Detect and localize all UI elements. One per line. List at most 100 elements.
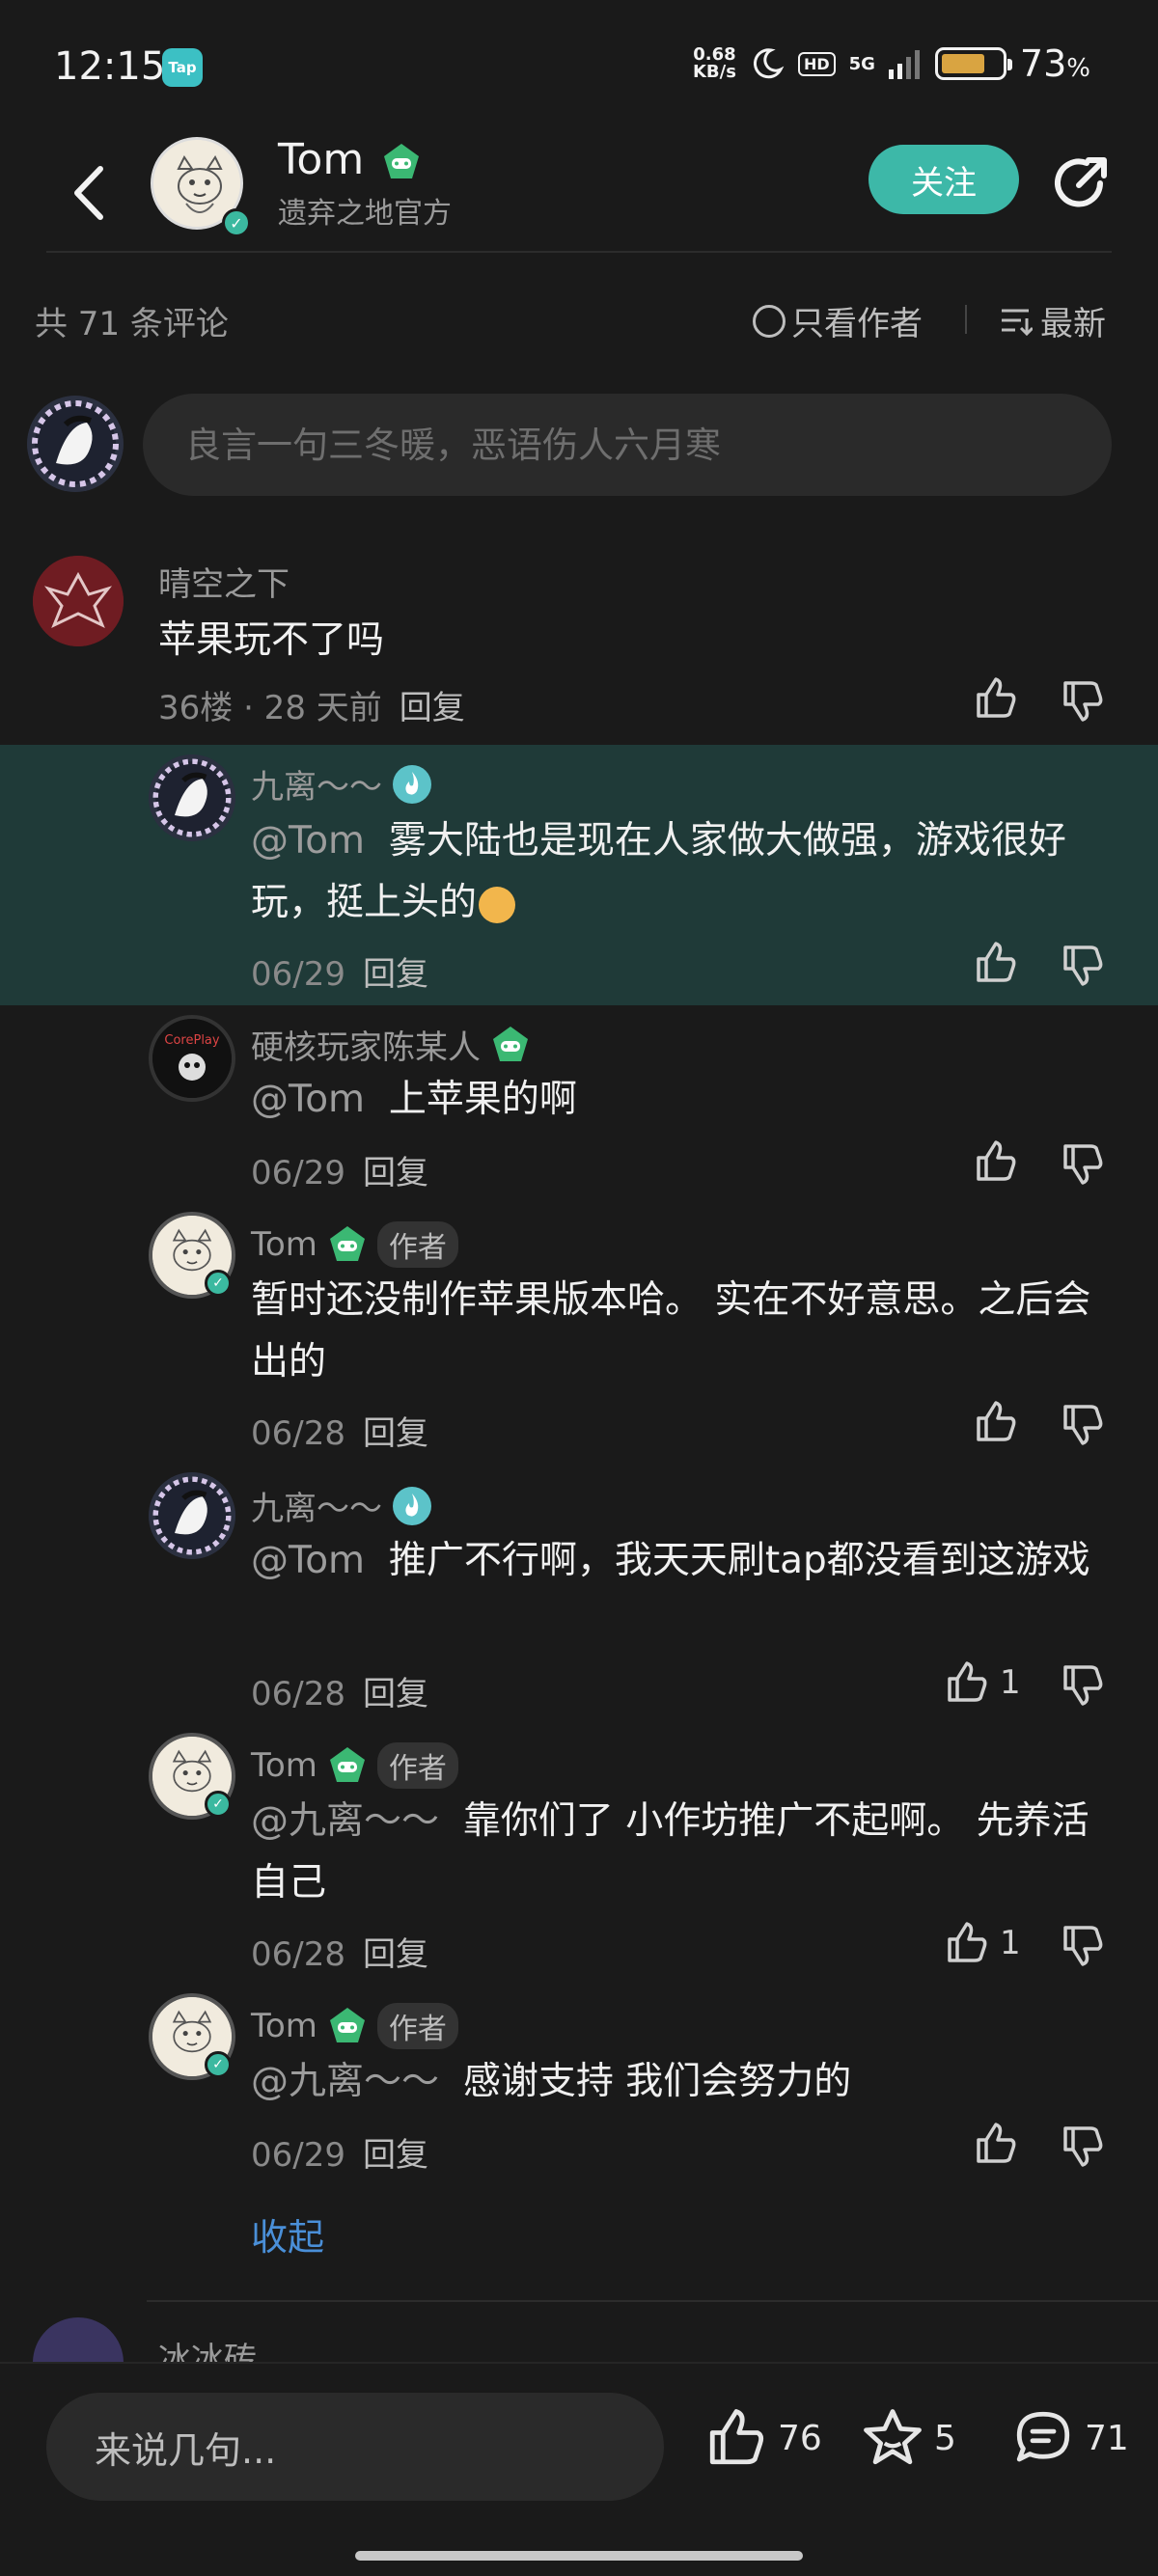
skull-avatar-icon: CorePlay <box>152 1019 232 1098</box>
bottom-action-bar: 来说几句... 76 5 71 <box>0 2362 1158 2576</box>
reply-user-name: Tom <box>251 1746 317 1785</box>
like-button[interactable] <box>973 2121 1019 2167</box>
author-badge: 作者 <box>376 1221 458 1268</box>
bottom-comment-input[interactable]: 来说几句... <box>46 2393 664 2501</box>
reply-button[interactable]: 回复 <box>363 1414 428 1453</box>
share-button[interactable] <box>1050 152 1112 214</box>
reply-meta: 06/29 回复 <box>251 1146 428 1193</box>
radio-circle-icon <box>753 304 786 338</box>
like-button[interactable]: 1 <box>944 1659 1021 1706</box>
thumbs-down-icon <box>1063 1926 1103 1966</box>
share-icon <box>1055 157 1107 207</box>
mention[interactable]: @九离～～ <box>251 2060 439 2103</box>
reply-item: 九离～～ @Tom 推广不行啊，我天天刷tap都没看到这游戏 06/28 回复 1 <box>0 1468 1158 1729</box>
post-like-button[interactable]: 76 <box>704 2406 822 2470</box>
like-button[interactable] <box>973 675 1019 722</box>
svg-text:CorePlay: CorePlay <box>164 1033 220 1048</box>
comment-count: 共 71 条评论 <box>35 305 229 343</box>
follow-button[interactable]: 关注 <box>868 145 1019 214</box>
reply-user[interactable]: 九离～～ <box>251 1482 432 1529</box>
dislike-button[interactable] <box>1060 1401 1106 1451</box>
status-time: 12:15 <box>54 44 166 89</box>
reply-button[interactable]: 回复 <box>400 689 465 727</box>
star-icon <box>864 2409 922 2465</box>
thumbs-down-icon <box>1063 2126 1103 2167</box>
mention[interactable]: @九离～～ <box>251 1799 439 1843</box>
reply-user[interactable]: Tom 作者 <box>251 1742 458 1789</box>
battery-icon <box>934 47 1012 80</box>
reply-user-name: Tom <box>251 1225 317 1264</box>
only-author-toggle[interactable]: 只看作者 <box>753 297 923 344</box>
comments-button[interactable]: 71 <box>1011 2406 1129 2470</box>
comments-count: 71 <box>1085 2418 1129 2458</box>
mention[interactable]: @Tom <box>251 819 365 863</box>
flame-badge-icon <box>393 764 431 804</box>
like-button[interactable] <box>973 1138 1019 1185</box>
thumbs-down-icon <box>1063 1144 1103 1185</box>
flame-badge-icon <box>393 1486 431 1525</box>
user-avatar[interactable] <box>149 1472 235 1559</box>
dislike-button[interactable] <box>1060 2123 1106 2173</box>
next-comment-partial: 冰冰砖 <box>0 2308 1158 2362</box>
reply-button[interactable]: 回复 <box>363 955 428 994</box>
thumbs-down-icon <box>1063 1665 1103 1706</box>
user-avatar[interactable] <box>33 2317 124 2362</box>
favorite-count: 5 <box>934 2418 956 2458</box>
status-bar: 12:15 Tap 0.68 KB/s HD 5G 73% <box>0 0 1158 135</box>
main-comment: 晴空之下 苹果玩不了吗 36楼 · 28 天前 回复 <box>0 540 1158 745</box>
game-controller-badge-icon <box>329 1747 365 1782</box>
reply-user[interactable]: 硬核玩家陈某人 <box>251 1021 531 1068</box>
like-button[interactable] <box>973 1399 1019 1445</box>
author-name[interactable]: Tom <box>278 135 422 184</box>
comment-text: 苹果玩不了吗 <box>158 618 385 662</box>
reply-button[interactable]: 回复 <box>363 1154 428 1192</box>
reply-body: 感谢支持 我们会努力的 <box>462 2060 852 2103</box>
sort-icon <box>1002 309 1033 336</box>
sort-label: 最新 <box>1040 305 1106 343</box>
like-count: 1 <box>1000 1663 1021 1702</box>
thumbs-up-icon <box>948 1922 987 1962</box>
like-button[interactable]: 1 <box>944 1920 1021 1966</box>
dislike-button[interactable] <box>1060 942 1106 992</box>
comment-input[interactable] <box>143 394 1112 496</box>
reply-date: 06/29 <box>251 2136 345 2175</box>
post-like-count: 76 <box>778 2418 822 2458</box>
reply-item: CorePlay 硬核玩家陈某人 @Tom 上苹果的啊 06/29 回复 <box>0 1005 1158 1208</box>
back-button[interactable] <box>60 154 118 232</box>
status-right: 0.68 KB/s HD 5G 73% <box>693 42 1090 85</box>
comment-user-name[interactable]: 冰冰砖 <box>158 2333 257 2362</box>
comments-toolbar: 共 71 条评论 只看作者 最新 <box>35 289 1125 347</box>
anime-avatar-icon <box>27 396 124 492</box>
sort-button[interactable]: 最新 <box>1000 297 1106 344</box>
thumbs-down-icon <box>1063 1405 1103 1445</box>
game-controller-badge-icon <box>384 144 420 178</box>
reply-body: 上苹果的啊 <box>388 1078 577 1121</box>
like-button[interactable] <box>973 940 1019 986</box>
reply-button[interactable]: 回复 <box>363 1935 428 1974</box>
reply-button[interactable]: 回复 <box>363 1675 428 1713</box>
reply-item: 九离～～ @Tom 雾大陆也是现在人家做大做强，游戏很好玩，挺上头的 06/29… <box>0 745 1158 1005</box>
dislike-button[interactable] <box>1060 677 1106 727</box>
dislike-button[interactable] <box>1060 1661 1106 1712</box>
home-indicator[interactable] <box>355 2551 803 2561</box>
game-controller-badge-icon <box>493 1026 528 1061</box>
mention[interactable]: @Tom <box>251 1539 365 1582</box>
reply-button[interactable]: 回复 <box>363 2136 428 2175</box>
dislike-button[interactable] <box>1060 1140 1106 1191</box>
dislike-button[interactable] <box>1060 1922 1106 1972</box>
game-controller-badge-icon <box>329 2008 365 2042</box>
reply-user[interactable]: Tom 作者 <box>251 2003 458 2049</box>
reply-user[interactable]: Tom 作者 <box>251 1221 458 1268</box>
collapse-replies-link[interactable]: 收起 <box>251 2207 324 2261</box>
user-avatar[interactable]: CorePlay <box>149 1015 235 1102</box>
game-controller-badge-icon <box>329 1226 365 1261</box>
battery-percent: 73% <box>1020 42 1090 85</box>
network-speed-unit: KB/s <box>692 62 736 82</box>
user-avatar[interactable] <box>149 754 235 841</box>
network-type: 5G <box>848 53 875 74</box>
comment-user-name[interactable]: 晴空之下 <box>158 558 290 605</box>
reply-user[interactable]: 九离～～ <box>251 760 432 808</box>
favorite-button[interactable]: 5 <box>861 2406 956 2470</box>
mention[interactable]: @Tom <box>251 1078 365 1121</box>
user-avatar[interactable] <box>33 556 124 646</box>
